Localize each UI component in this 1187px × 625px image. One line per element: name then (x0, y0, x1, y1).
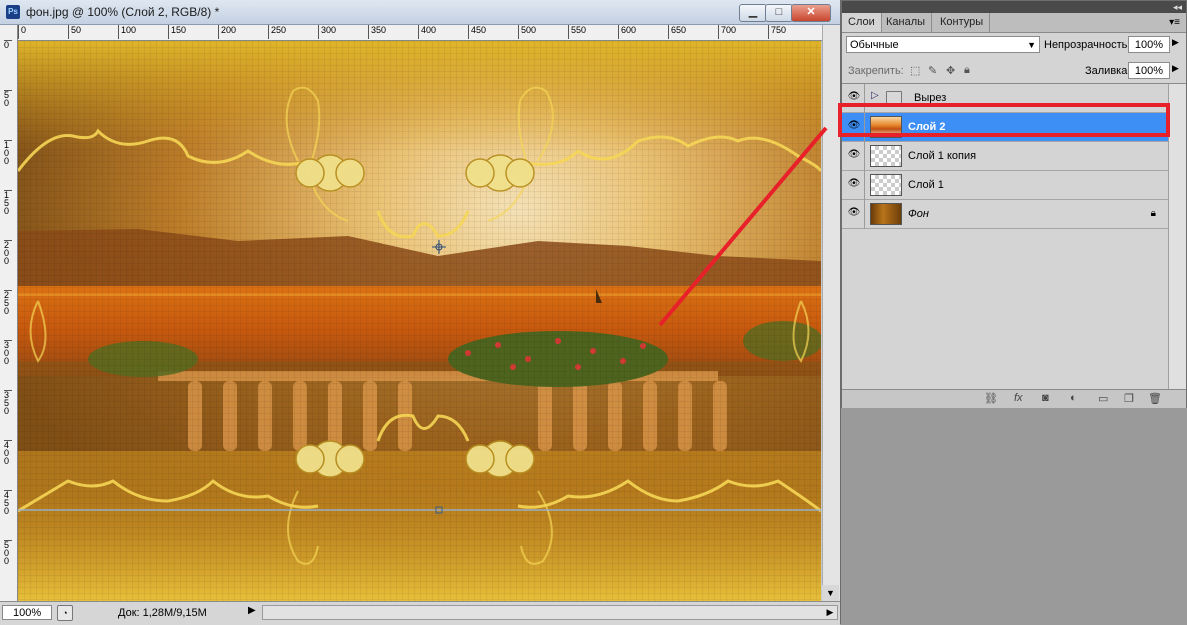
opacity-slider-arrow-icon[interactable]: ▶ (1172, 37, 1179, 48)
chevron-down-icon: ▼ (1027, 40, 1036, 50)
vertical-ruler[interactable]: 0 50 100 150 200 250 300 350 400 450 500 (0, 40, 18, 602)
canvas-artwork (18, 41, 821, 601)
tab-paths[interactable]: Контуры (934, 13, 991, 32)
ruler-tick-label: 450 (468, 25, 486, 39)
lock-transparency-icon[interactable]: ⬚ (910, 64, 920, 77)
ruler-tick-label: 100 (4, 140, 12, 166)
document-horizontal-scrollbar[interactable] (262, 605, 838, 620)
lock-paint-icon[interactable]: ✎ (928, 64, 937, 77)
ruler-tick-label: 350 (368, 25, 386, 39)
ruler-tick-label: 450 (4, 490, 12, 516)
new-layer-icon[interactable]: ❐ (1124, 392, 1134, 405)
layer-name: Слой 1 копия (908, 150, 977, 162)
ruler-corner[interactable] (0, 25, 18, 41)
collapse-icon[interactable]: ◂◂ (1173, 1, 1182, 13)
panel-tabs: Слои Каналы Контуры (842, 13, 1186, 33)
opacity-input[interactable]: 100% (1128, 36, 1170, 53)
document-title: фон.jpg @ 100% (Слой 2, RGB/8) * (26, 5, 220, 19)
fx-icon[interactable]: fx (1014, 392, 1023, 404)
status-bar: 100% ◔ Док: 1,28M/9,15M ▶ ▶ (0, 601, 840, 625)
ruler-tick-label: 300 (318, 25, 336, 39)
zoom-input[interactable]: 100% (2, 605, 52, 620)
ruler-tick-label: 0 (4, 40, 12, 50)
ruler-tick-label: 200 (4, 240, 12, 266)
layer-name: Фон (908, 208, 929, 220)
panel-bottom-toolbar: ⛓ fx ◙ ◐ ▭ ❐ 🗑︎ (842, 389, 1186, 408)
scroll-down-button[interactable]: ▼ (822, 585, 839, 601)
panel-menu-icon[interactable]: ▾≡ (1169, 17, 1180, 28)
scroll-right-button[interactable]: ▶ (822, 605, 838, 620)
lock-move-icon[interactable]: ✥ (946, 64, 955, 77)
image-canvas[interactable] (18, 41, 821, 601)
blend-mode-value: Обычные (850, 39, 899, 51)
ruler-tick-label: 550 (568, 25, 586, 39)
layer-row-background[interactable]: 👁︎ Фон 🔒︎ (842, 200, 1168, 229)
eye-icon[interactable]: 👁︎ (846, 178, 862, 192)
document-info: Док: 1,28M/9,15M (118, 607, 207, 619)
ruler-tick-label: 500 (4, 540, 12, 566)
divider (864, 200, 865, 229)
tab-layers[interactable]: Слои (842, 13, 882, 32)
ruler-tick-label: 0 (18, 25, 26, 39)
layer-row[interactable]: 👁︎ Слой 1 (842, 171, 1168, 200)
ruler-tick-label: 350 (4, 390, 12, 416)
adjustment-icon[interactable]: ◐ (1070, 392, 1077, 404)
ruler-tick-label: 50 (68, 25, 81, 39)
horizontal-ruler[interactable]: 0 50 100 150 200 250 300 350 400 450 500 550 600 650 7… (18, 25, 823, 41)
photoshop-icon: Ps (6, 5, 20, 19)
trash-icon[interactable]: 🗑︎ (1148, 392, 1162, 405)
status-info-icon[interactable]: ◔ (57, 605, 73, 621)
expand-arrow-icon[interactable]: ▷ (871, 90, 879, 101)
ruler-tick-label: 400 (4, 440, 12, 466)
eye-icon[interactable]: 👁︎ (846, 149, 862, 163)
ruler-tick-label: 100 (118, 25, 136, 39)
ruler-tick-label: 500 (518, 25, 536, 39)
lock-icon: 🔒︎ (1150, 208, 1156, 219)
layers-scrollbar[interactable] (1168, 84, 1186, 389)
tab-channels[interactable]: Каналы (880, 13, 933, 32)
ruler-tick-label: 150 (168, 25, 186, 39)
eye-icon[interactable]: 👁︎ (846, 207, 862, 221)
layer-thumbnail (870, 203, 902, 225)
fill-slider-arrow-icon[interactable]: ▶ (1172, 63, 1179, 74)
link-icon[interactable]: ⛓ (984, 392, 998, 405)
ruler-tick-label: 750 (768, 25, 786, 39)
ruler-tick-label: 200 (218, 25, 236, 39)
ruler-tick-label: 250 (4, 290, 12, 316)
divider (864, 171, 865, 200)
document-window: Ps фон.jpg @ 100% (Слой 2, RGB/8) * ▁ □ … (0, 0, 841, 625)
minimize-button[interactable]: ▁ (739, 4, 767, 22)
layer-row[interactable]: 👁︎ Слой 1 копия (842, 142, 1168, 171)
maximize-button[interactable]: □ (765, 4, 793, 22)
ruler-tick-label: 50 (4, 90, 12, 108)
folder-icon[interactable]: ▭ (1098, 392, 1108, 405)
divider (864, 142, 865, 171)
layers-panel: ◂◂ Слои Каналы Контуры ▾≡ Обычные ▼ Непр… (841, 0, 1187, 408)
layer-thumbnail (870, 145, 902, 167)
close-button[interactable]: ✕ (791, 4, 831, 22)
ruler-tick-label: 250 (268, 25, 286, 39)
blend-mode-select[interactable]: Обычные ▼ (846, 36, 1040, 53)
ruler-tick-label: 700 (718, 25, 736, 39)
lock-label: Закрепить: (848, 65, 904, 77)
fill-label: Заливка: (1085, 65, 1131, 77)
status-menu-arrow-icon[interactable]: ▶ (248, 605, 256, 616)
ruler-tick-label: 600 (618, 25, 636, 39)
lock-all-icon[interactable]: 🔒︎ (964, 64, 970, 77)
ruler-tick-label: 300 (4, 340, 12, 366)
panel-header-bar[interactable]: ◂◂ (842, 1, 1186, 13)
ruler-tick-label: 650 (668, 25, 686, 39)
ruler-tick-label: 400 (418, 25, 436, 39)
mask-icon[interactable]: ◙ (1042, 392, 1049, 404)
layer-name: Слой 1 (908, 179, 944, 191)
red-highlight-box (838, 103, 1170, 137)
fill-input[interactable]: 100% (1128, 62, 1170, 79)
layer-thumbnail (870, 174, 902, 196)
opacity-label: Непрозрачность: (1044, 39, 1131, 51)
ruler-tick-label: 150 (4, 190, 12, 216)
document-titlebar[interactable]: Ps фон.jpg @ 100% (Слой 2, RGB/8) * ▁ □ … (0, 0, 840, 25)
